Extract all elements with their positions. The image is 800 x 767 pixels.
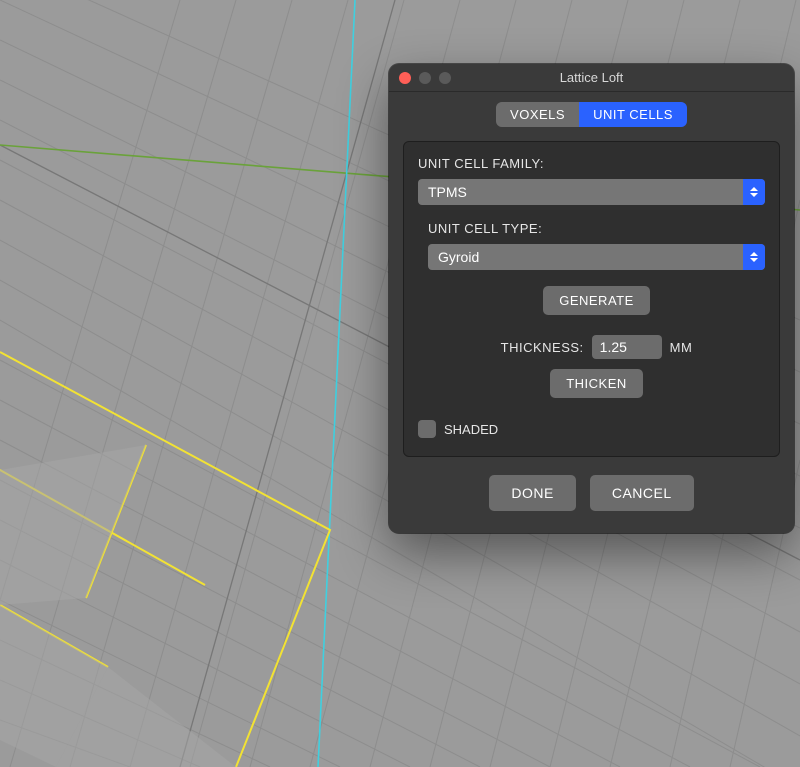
type-select-wrap: Gyroid bbox=[428, 244, 765, 270]
family-select-wrap: TPMS bbox=[418, 179, 765, 205]
done-button[interactable]: DONE bbox=[489, 475, 575, 511]
family-select[interactable]: TPMS bbox=[418, 179, 765, 205]
type-select[interactable]: Gyroid bbox=[428, 244, 765, 270]
window-controls bbox=[399, 72, 451, 84]
lattice-loft-dialog: Lattice Loft VOXELS UNIT CELLS UNIT CELL… bbox=[389, 64, 794, 533]
cancel-button[interactable]: CANCEL bbox=[590, 475, 694, 511]
generate-button[interactable]: GENERATE bbox=[543, 286, 650, 315]
dialog-footer: DONE CANCEL bbox=[403, 457, 780, 515]
type-label: UNIT CELL TYPE: bbox=[428, 221, 765, 236]
close-icon[interactable] bbox=[399, 72, 411, 84]
thickness-unit: MM bbox=[670, 340, 693, 355]
tab-voxels[interactable]: VOXELS bbox=[496, 102, 579, 127]
thicken-button[interactable]: THICKEN bbox=[550, 369, 643, 398]
unit-cells-panel: UNIT CELL FAMILY: TPMS UNIT CELL TYPE: G… bbox=[403, 141, 780, 457]
tab-unit-cells[interactable]: UNIT CELLS bbox=[579, 102, 687, 127]
family-label: UNIT CELL FAMILY: bbox=[418, 156, 765, 171]
thickness-label: THICKNESS: bbox=[501, 340, 584, 355]
shaded-label: SHADED bbox=[444, 422, 498, 437]
minimize-icon[interactable] bbox=[419, 72, 431, 84]
thickness-input[interactable] bbox=[592, 335, 662, 359]
titlebar[interactable]: Lattice Loft bbox=[389, 64, 794, 92]
tab-group: VOXELS UNIT CELLS bbox=[496, 102, 687, 127]
shaded-checkbox[interactable] bbox=[418, 420, 436, 438]
zoom-icon[interactable] bbox=[439, 72, 451, 84]
